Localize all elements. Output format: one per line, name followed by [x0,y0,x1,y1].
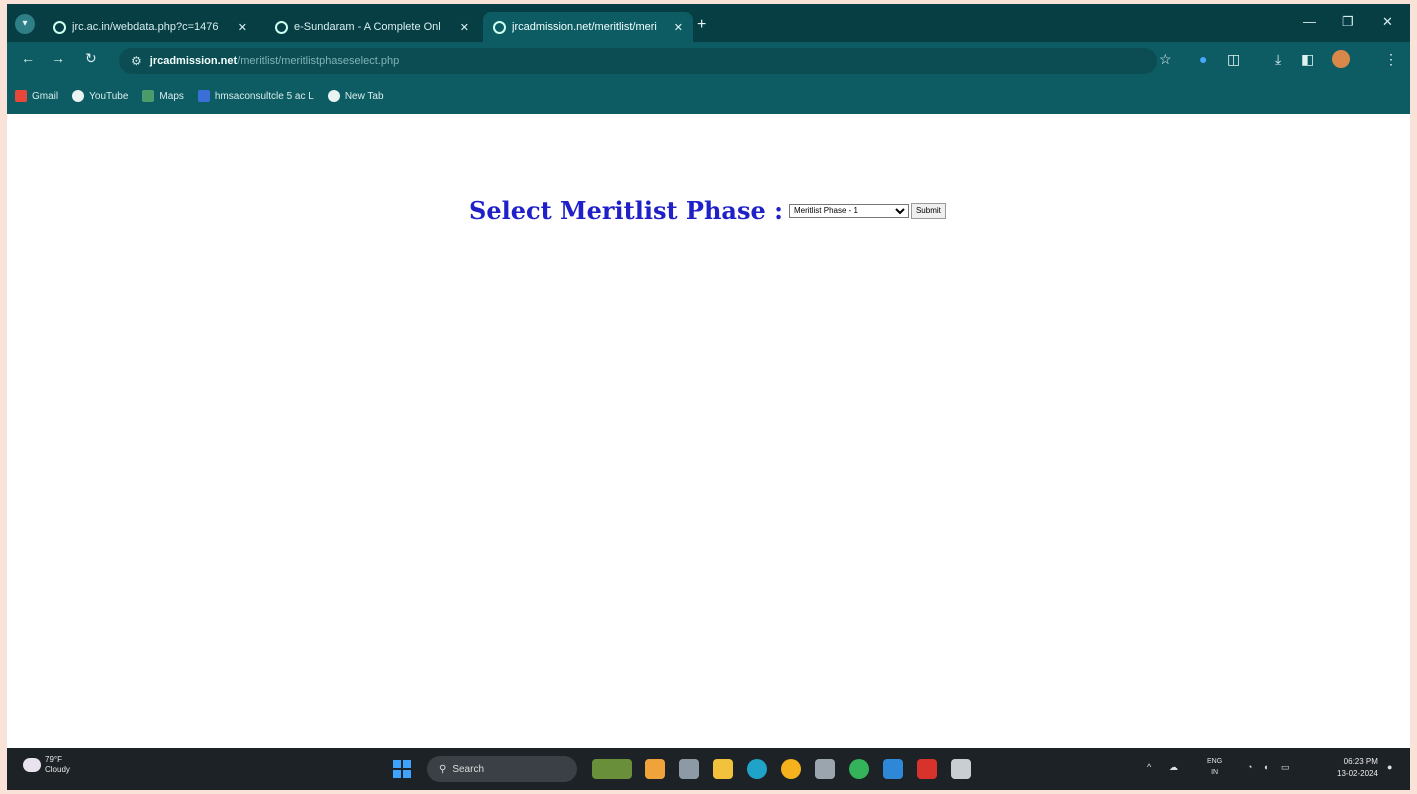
address-bar[interactable]: ⚙ jrcadmission.net /meritlist/meritlistp… [119,48,1157,74]
bookmark-label: Maps [159,90,184,102]
tab-title: jrcadmission.net/meritlist/meri [512,21,657,33]
bookmark-label: Gmail [32,90,59,102]
cloud-icon [23,758,41,772]
profile-avatar[interactable] [1332,50,1350,68]
chevron-up-icon[interactable]: ^ [1147,762,1151,772]
bookmark-gmail[interactable]: Gmail [15,90,58,102]
url-path: /meritlist/meritlistphaseselect.php [237,55,400,67]
weather-desc: Cloudy [45,765,70,774]
volume-icon[interactable]: ◖ [1263,762,1268,772]
meritlist-phase-label: Select Meritlist Phase : [469,196,783,225]
task-view-icon[interactable] [679,759,699,779]
bookmark-label: hmsaconsultcle 5 ac L [214,90,314,102]
globe-icon [327,90,340,102]
tab-title: e-Sundaram - A Complete Onl [294,21,441,33]
acrobat-icon[interactable] [917,759,937,779]
globe-icon [275,20,288,34]
reload-icon[interactable]: ↻ [85,50,97,67]
app-icon[interactable] [645,759,665,779]
bookmark-star-icon[interactable]: ☆ [1159,51,1172,68]
widgets-icon[interactable] [592,759,632,779]
taskbar-search[interactable]: ⚲ Search [427,756,577,782]
mail-icon[interactable] [883,759,903,779]
windows-start-icon[interactable] [393,760,411,778]
tab-strip: ▾ jrc.ac.in/webdata.php?c=1476 ✕ e-Sunda… [7,4,1410,42]
wifi-icon[interactable]: ◔ [1247,762,1252,772]
lang-bottom: IN [1211,769,1219,776]
gmail-icon [15,90,27,102]
chrome-icon[interactable] [781,759,801,779]
browser-chrome: ▾ jrc.ac.in/webdata.php?c=1476 ✕ e-Sunda… [7,4,1410,114]
site-info-icon[interactable]: ⚙ [131,54,142,68]
extension-icon[interactable]: ● [1199,51,1207,67]
battery-icon[interactable]: ▭ [1281,762,1290,773]
settings-icon[interactable] [815,759,835,779]
bookmark-label: YouTube [89,90,129,102]
whatsapp-icon[interactable] [849,759,869,779]
url-host: jrcadmission.net [149,55,238,67]
tab-jrc-webdata[interactable]: jrc.ac.in/webdata.php?c=1476 ✕ [43,12,257,42]
bookmarks-bar: Gmail YouTube Maps hmsaconsultcle 5 ac L… [7,82,1410,110]
app-icon[interactable] [951,759,971,779]
side-panel-icon[interactable]: ◧ [1301,51,1314,68]
search-icon: ⚲ [439,763,447,775]
close-window-icon[interactable]: ✕ [1382,14,1393,30]
edge-icon[interactable] [747,759,767,779]
back-icon[interactable]: ← [21,50,35,66]
menu-icon[interactable]: ⋮ [1384,51,1398,68]
taskbar: 79°F Cloudy ⚲ Search ^ ☁ ENG IN ◔ ◖ ▭ 06… [7,748,1410,790]
tab-search-icon[interactable]: ▾ [15,14,35,34]
forward-icon[interactable]: → [51,50,65,66]
globe-icon [72,90,85,102]
lang-top: ENG [1207,758,1223,765]
download-icon[interactable]: ⤓ [1275,51,1281,68]
notification-bell-icon[interactable]: ● [1387,762,1392,772]
clock-date: 13-02-2024 [1337,769,1378,778]
meritlist-phase-select[interactable]: Meritlist Phase - 1 [788,203,909,218]
extensions-puzzle-icon[interactable]: ◫ [1227,51,1240,68]
tab-e-sundaram[interactable]: e-Sundaram - A Complete Onl ✕ [265,12,479,42]
weather-temp: 79°F [45,755,62,764]
restore-icon[interactable]: ❐ [1342,14,1354,30]
maps-icon [142,90,155,102]
submit-button[interactable]: Submit [910,202,946,219]
bookmark-new-tab[interactable]: New Tab [327,90,384,102]
onedrive-icon[interactable]: ☁ [1169,762,1178,773]
bookmark-hmsa[interactable]: hmsaconsultcle 5 ac L [197,90,314,102]
calendar-icon [197,90,210,102]
language-indicator[interactable]: ENG IN [1207,756,1222,778]
new-tab-button[interactable]: + [697,16,706,34]
close-icon[interactable]: ✕ [674,21,683,34]
bookmark-maps[interactable]: Maps [142,90,184,102]
toolbar: ← → ↻ ⚙ jrcadmission.net /meritlist/meri… [7,42,1410,78]
search-placeholder: Search [452,763,485,775]
clock-time: 06:23 PM [1343,757,1378,766]
close-icon[interactable]: ✕ [460,21,469,34]
page-content: Select Meritlist Phase : Meritlist Phase… [7,114,1410,748]
screen: ▾ jrc.ac.in/webdata.php?c=1476 ✕ e-Sunda… [7,4,1410,790]
bookmark-label: New Tab [344,90,384,102]
bookmark-youtube[interactable]: YouTube [72,90,128,102]
close-icon[interactable]: ✕ [238,21,247,34]
globe-icon [493,20,506,34]
minimize-icon[interactable]: — [1303,14,1316,29]
file-explorer-icon[interactable] [713,759,733,779]
tab-title: jrc.ac.in/webdata.php?c=1476 [72,21,219,33]
globe-icon [53,20,66,34]
weather-widget[interactable]: 79°F Cloudy [23,755,70,775]
clock[interactable]: 06:23 PM 13-02-2024 [1337,756,1378,780]
tab-jrcadmission[interactable]: jrcadmission.net/meritlist/meri ✕ [483,12,693,42]
meritlist-phase-form: Select Meritlist Phase : Meritlist Phase… [469,196,946,225]
